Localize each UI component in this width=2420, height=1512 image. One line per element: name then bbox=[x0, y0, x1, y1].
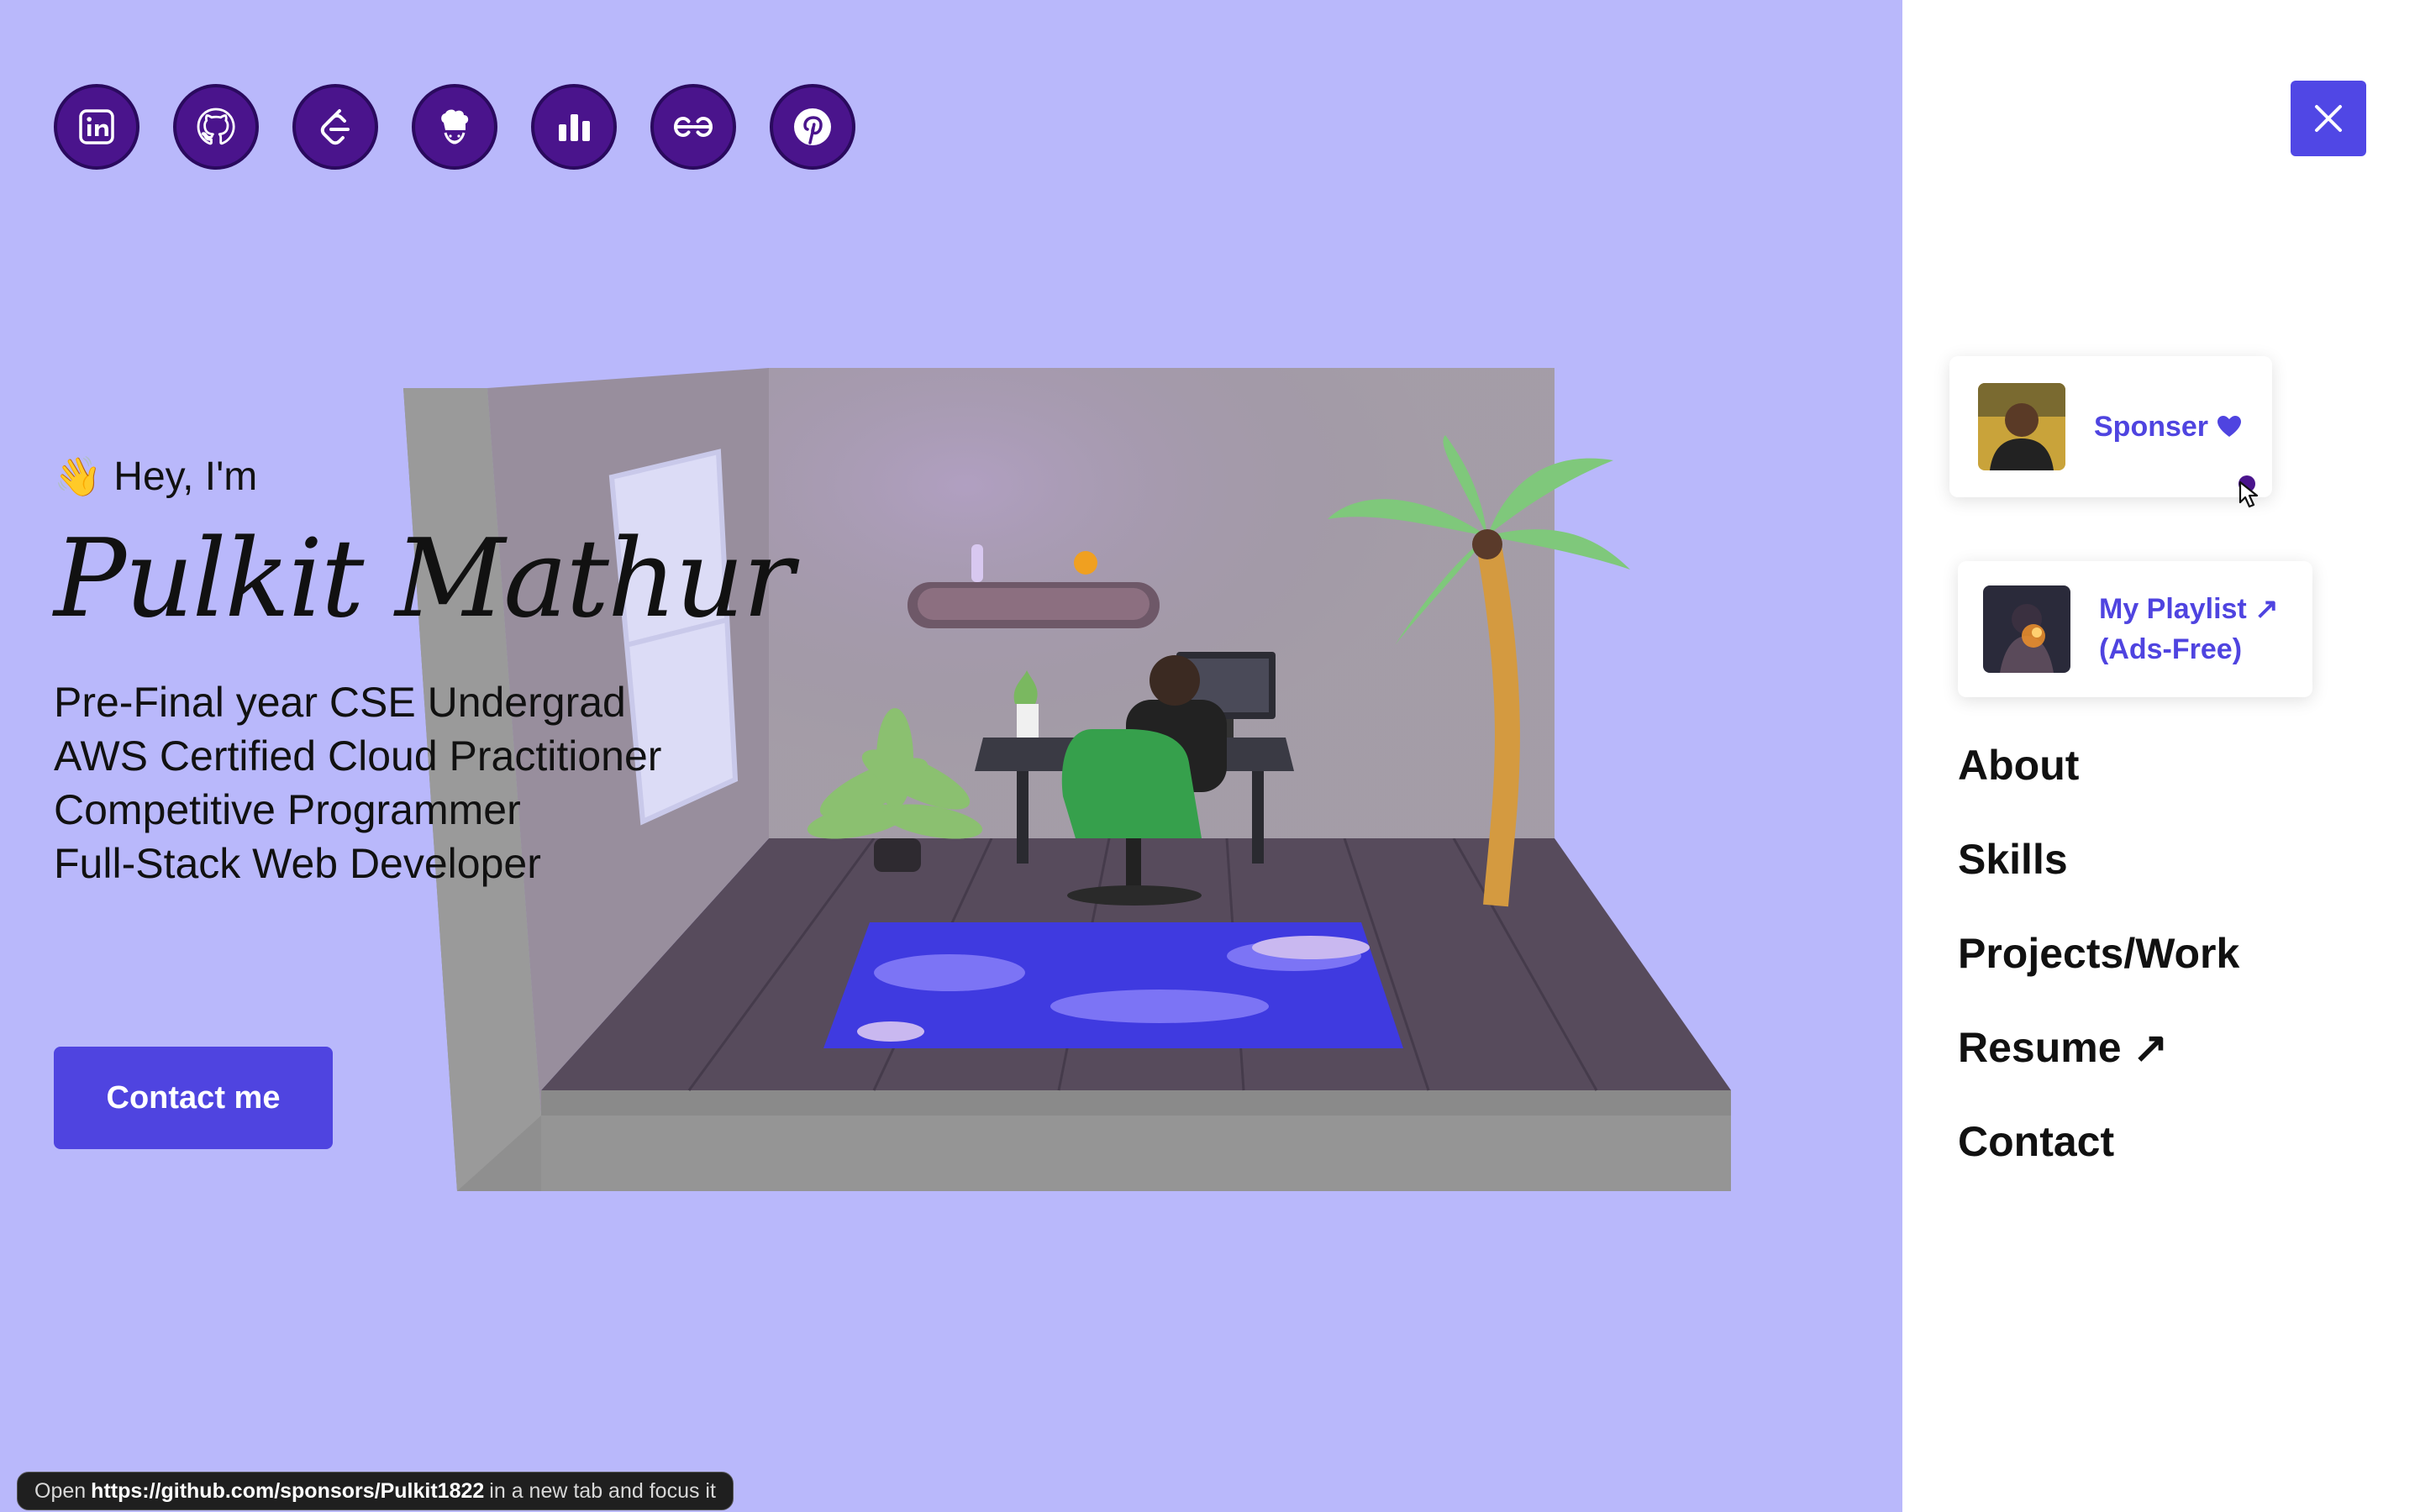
hero-text: 👋 Hey, I'm Pulkit Mathur Pre-Final year … bbox=[54, 454, 794, 890]
nav-about[interactable]: About bbox=[1958, 739, 2239, 833]
sponsor-label: Sponser bbox=[2094, 407, 2242, 447]
github-icon[interactable] bbox=[173, 84, 259, 170]
status-suffix: in a new tab and focus it bbox=[489, 1478, 716, 1503]
pointer-cursor-icon bbox=[2228, 467, 2267, 518]
geeksforgeeks-icon[interactable] bbox=[650, 84, 736, 170]
close-button[interactable] bbox=[2291, 81, 2366, 156]
nav-resume[interactable]: Resume ↗ bbox=[1958, 1021, 2239, 1116]
nav-projects-work[interactable]: Projects/Work bbox=[1958, 927, 2239, 1021]
playlist-label: My Playlist ↗ (Ads-Free) bbox=[2099, 589, 2279, 669]
role-item: Full-Stack Web Developer bbox=[54, 840, 541, 887]
social-links bbox=[54, 84, 855, 170]
codechef-icon[interactable] bbox=[412, 84, 497, 170]
playlist-subtitle: (Ads-Free) bbox=[2099, 633, 2243, 665]
role-item: Competitive Programmer bbox=[54, 786, 521, 833]
linkedin-icon[interactable] bbox=[54, 84, 139, 170]
status-bar: Open https://github.com/sponsors/Pulkit1… bbox=[17, 1472, 734, 1510]
nav-contact[interactable]: Contact bbox=[1958, 1116, 2239, 1210]
heart-icon bbox=[2217, 416, 2242, 437]
playlist-title: My Playlist ↗ bbox=[2099, 593, 2279, 625]
greeting-text: Hey, I'm bbox=[113, 454, 258, 499]
side-nav: About Skills Projects/Work Resume ↗ Cont… bbox=[1958, 739, 2239, 1210]
role-item: AWS Certified Cloud Practitioner bbox=[54, 732, 662, 780]
status-prefix: Open bbox=[34, 1478, 87, 1503]
roles-list: Pre-Final year CSE Undergrad AWS Certifi… bbox=[54, 675, 792, 890]
pinterest-icon[interactable] bbox=[770, 84, 855, 170]
leetcode-icon[interactable] bbox=[292, 84, 378, 170]
contact-me-button[interactable]: Contact me bbox=[54, 1047, 333, 1149]
nav-skills[interactable]: Skills bbox=[1958, 833, 2239, 927]
sponsor-card[interactable]: Sponser bbox=[1949, 356, 2272, 497]
role-item: Pre-Final year CSE Undergrad bbox=[54, 679, 626, 726]
hero-name: Pulkit Mathur bbox=[54, 517, 794, 642]
playlist-thumbnail bbox=[1983, 585, 2070, 673]
status-url: https://github.com/sponsors/Pulkit1822 bbox=[91, 1478, 485, 1503]
codeforces-icon[interactable] bbox=[531, 84, 617, 170]
main-area: 👋 Hey, I'm Pulkit Mathur Pre-Final year … bbox=[0, 0, 1902, 1512]
sponsor-avatar bbox=[1978, 383, 2065, 470]
wave-emoji: 👋 bbox=[54, 454, 103, 498]
playlist-card[interactable]: My Playlist ↗ (Ads-Free) bbox=[1958, 561, 2312, 697]
greeting: 👋 Hey, I'm bbox=[54, 454, 792, 500]
close-icon bbox=[2315, 105, 2342, 132]
sponsor-text: Sponser bbox=[2094, 411, 2209, 443]
